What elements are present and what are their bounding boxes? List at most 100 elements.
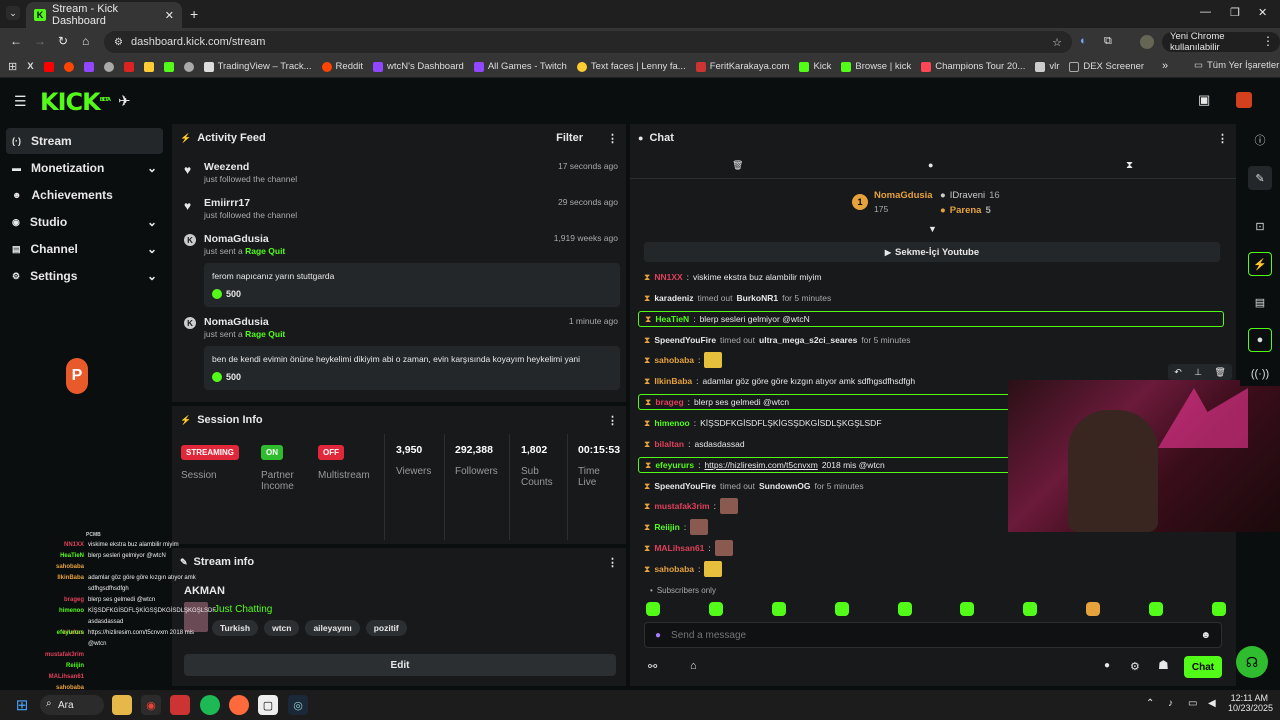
chat-message[interactable]: ⧗ sahobaba: <box>644 352 723 368</box>
bookmark-champions-tour[interactable]: Champions Tour 20... <box>921 61 1025 72</box>
all-bookmarks[interactable]: ▭ Tüm Yer İşaretleri <box>1194 60 1280 71</box>
chat-username[interactable]: IlkinBaba <box>654 376 692 386</box>
monitor-icon[interactable]: ▭ <box>1188 698 1197 709</box>
pin-icon[interactable]: ⊥ <box>1194 367 1202 378</box>
steam-icon[interactable]: ◎ <box>288 695 308 715</box>
spotify-icon[interactable] <box>200 695 220 715</box>
browser-tab[interactable]: K Stream - Kick Dashboard ✕ <box>26 2 182 28</box>
chat-username[interactable]: ultra_mega_s2ci_seares <box>759 335 857 345</box>
obs-icon[interactable] <box>170 695 190 715</box>
users-icon[interactable]: ☗ <box>1158 658 1169 672</box>
bolt-icon[interactable]: ⚡ <box>1248 252 1272 276</box>
bookmark-dex-screener[interactable]: DEX Screener <box>1069 61 1144 72</box>
forward-icon[interactable]: → <box>34 34 46 48</box>
store-icon[interactable]: ⌂ <box>690 660 697 672</box>
rocket-icon[interactable]: ✈ <box>118 92 131 110</box>
reload-icon[interactable]: ↻ <box>58 34 68 48</box>
chat-username[interactable]: Reiijin <box>654 522 680 532</box>
star-icon[interactable]: ☆ <box>1052 36 1062 49</box>
chat-message[interactable]: ⧗ sahobaba: <box>644 561 723 577</box>
feed-username[interactable]: NomaGdusia <box>204 316 269 328</box>
app-icon[interactable] <box>229 695 249 715</box>
leaderboard-name[interactable]: IDraveni <box>950 190 985 201</box>
gear-icon[interactable]: ⚙ <box>1130 660 1140 673</box>
chat-username[interactable]: efeyururs <box>655 460 694 470</box>
support-button[interactable]: ☊ <box>1236 646 1268 678</box>
emote[interactable] <box>708 602 723 616</box>
more-icon[interactable]: ⋮ <box>607 132 618 145</box>
chat-link[interactable]: https://hizliresim.com/t5cnvxm <box>704 460 817 470</box>
url-field[interactable]: ⚙ dashboard.kick.com/stream ☆ <box>104 31 1072 53</box>
bookmark-wtcn-dashboard[interactable]: wtcN's Dashboard <box>373 61 464 72</box>
more-icon[interactable]: ⋮ <box>607 556 618 569</box>
minimize-icon[interactable]: — <box>1200 6 1211 18</box>
clock[interactable]: 12:11 AM 10/23/2025 <box>1228 693 1273 713</box>
tray-chevron-icon[interactable]: ⌃ <box>1146 698 1154 709</box>
puzzle-icon[interactable]: ⧉ <box>1104 35 1112 48</box>
chat-message[interactable]: ⧗ bilaltan: asdasdassad <box>644 436 745 452</box>
close-window-icon[interactable]: ✕ <box>1258 6 1267 19</box>
chat-icon[interactable]: ● <box>1248 328 1272 352</box>
chat-message[interactable]: ⧗ SpeendYouFire timed out ultra_mega_s2ci_s… <box>644 332 910 348</box>
chat-username[interactable]: SpeendYouFire <box>654 481 716 491</box>
site-info-icon[interactable]: ⚙ <box>114 37 123 48</box>
sidebar-item-achievements[interactable]: ☻ Achievements <box>6 182 163 208</box>
bookmark-tradingview[interactable]: TradingView – Track... <box>203 61 312 72</box>
sidebar-item-channel[interactable]: ▤ Channel ⌄ <box>6 236 163 262</box>
chrome-icon[interactable]: ◉ <box>141 695 161 715</box>
capcut-icon[interactable]: ▢ <box>258 695 278 715</box>
g-icon[interactable] <box>143 61 154 72</box>
sidebar-item-monetization[interactable]: ▬ Monetization ⌄ <box>6 155 163 181</box>
hourglass-icon[interactable]: ⧗ <box>1126 160 1133 171</box>
chat-username[interactable]: sahobaba <box>654 564 694 574</box>
home-icon[interactable]: ⌂ <box>82 34 89 48</box>
bookmark-vlr[interactable]: vlr <box>1035 61 1059 72</box>
feed-username[interactable]: Emiirrr17 <box>204 197 250 209</box>
category-link[interactable]: Just Chatting <box>214 604 272 615</box>
edit-button[interactable]: Edit <box>184 654 616 676</box>
chat-username[interactable]: bilaltan <box>654 439 684 449</box>
emote[interactable] <box>960 602 975 616</box>
tab-search-icon[interactable]: ⌄ <box>6 6 20 20</box>
sidebar-item-studio[interactable]: ◉ Studio ⌄ <box>6 209 163 235</box>
tag[interactable]: aileyayını <box>305 620 360 636</box>
message-field[interactable] <box>671 629 1191 641</box>
chat-message[interactable]: ⧗ NN1XX: viskime ekstra buz alambilir miyi… <box>644 269 822 285</box>
chat-message[interactable]: ⧗ MALihsan61: <box>644 540 733 556</box>
apps-icon[interactable]: ⊞ <box>8 60 17 73</box>
chat-username[interactable]: MALihsan61 <box>654 543 704 553</box>
trash-icon[interactable]: 🗑 <box>732 160 743 171</box>
chat-message[interactable]: ⧗ karadeniz timed out BurkoNR1 for 5 minutes <box>644 290 831 306</box>
chrome-menu-icon[interactable]: ⋮ <box>1262 34 1274 48</box>
tag[interactable]: wtcn <box>264 620 300 636</box>
chat-settings-bubble-icon[interactable]: ● <box>1104 660 1110 671</box>
globe-icon[interactable] <box>183 61 194 72</box>
info-icon[interactable]: ⓘ <box>1248 128 1272 152</box>
chat-send-button[interactable]: Chat <box>1184 656 1222 678</box>
reply-icon[interactable]: ↶ <box>1174 367 1182 378</box>
more-bookmarks-icon[interactable]: » <box>1162 60 1168 72</box>
microphone-tray-icon[interactable]: ♪ <box>1168 698 1173 709</box>
more-icon[interactable]: ⋮ <box>607 414 618 427</box>
web-icon[interactable] <box>103 61 114 72</box>
taskbar-search[interactable]: ⌕ Ara <box>40 695 104 715</box>
kick-small-icon[interactable] <box>163 61 174 72</box>
emote[interactable] <box>1211 602 1226 616</box>
stream-preview-icon[interactable]: ▣ <box>1198 92 1210 108</box>
chat-message[interactable]: ⧗ himenoo: KİŞSDFKGİSDFLŞKİGSŞDKGİSDLŞKGŞL… <box>644 415 882 431</box>
chat-username[interactable]: mustafak3rim <box>654 501 709 511</box>
chat-username[interactable]: SpeendYouFire <box>654 335 716 345</box>
edit-icon[interactable]: ✎ <box>1248 166 1272 190</box>
emote[interactable] <box>1023 602 1038 616</box>
emote[interactable] <box>1149 602 1163 616</box>
chat-username[interactable]: himenoo <box>654 418 689 428</box>
y-icon[interactable] <box>123 61 134 72</box>
bookmark-all-games[interactable]: All Games - Twitch <box>473 61 567 72</box>
capture-icon[interactable]: ⊡ <box>1248 214 1272 238</box>
sidebar-item-settings[interactable]: ⚙ Settings ⌄ <box>6 263 163 289</box>
chat-message[interactable]: ⧗ mustafak3rim: <box>644 498 738 514</box>
bookmark-reddit[interactable]: Reddit <box>321 61 363 72</box>
chat-message[interactable]: ⧗ SpeendYouFire timed out SundownOG for 5 mi… <box>644 478 864 494</box>
back-icon[interactable]: ← <box>10 34 22 48</box>
reddit-small-icon[interactable] <box>63 61 74 72</box>
